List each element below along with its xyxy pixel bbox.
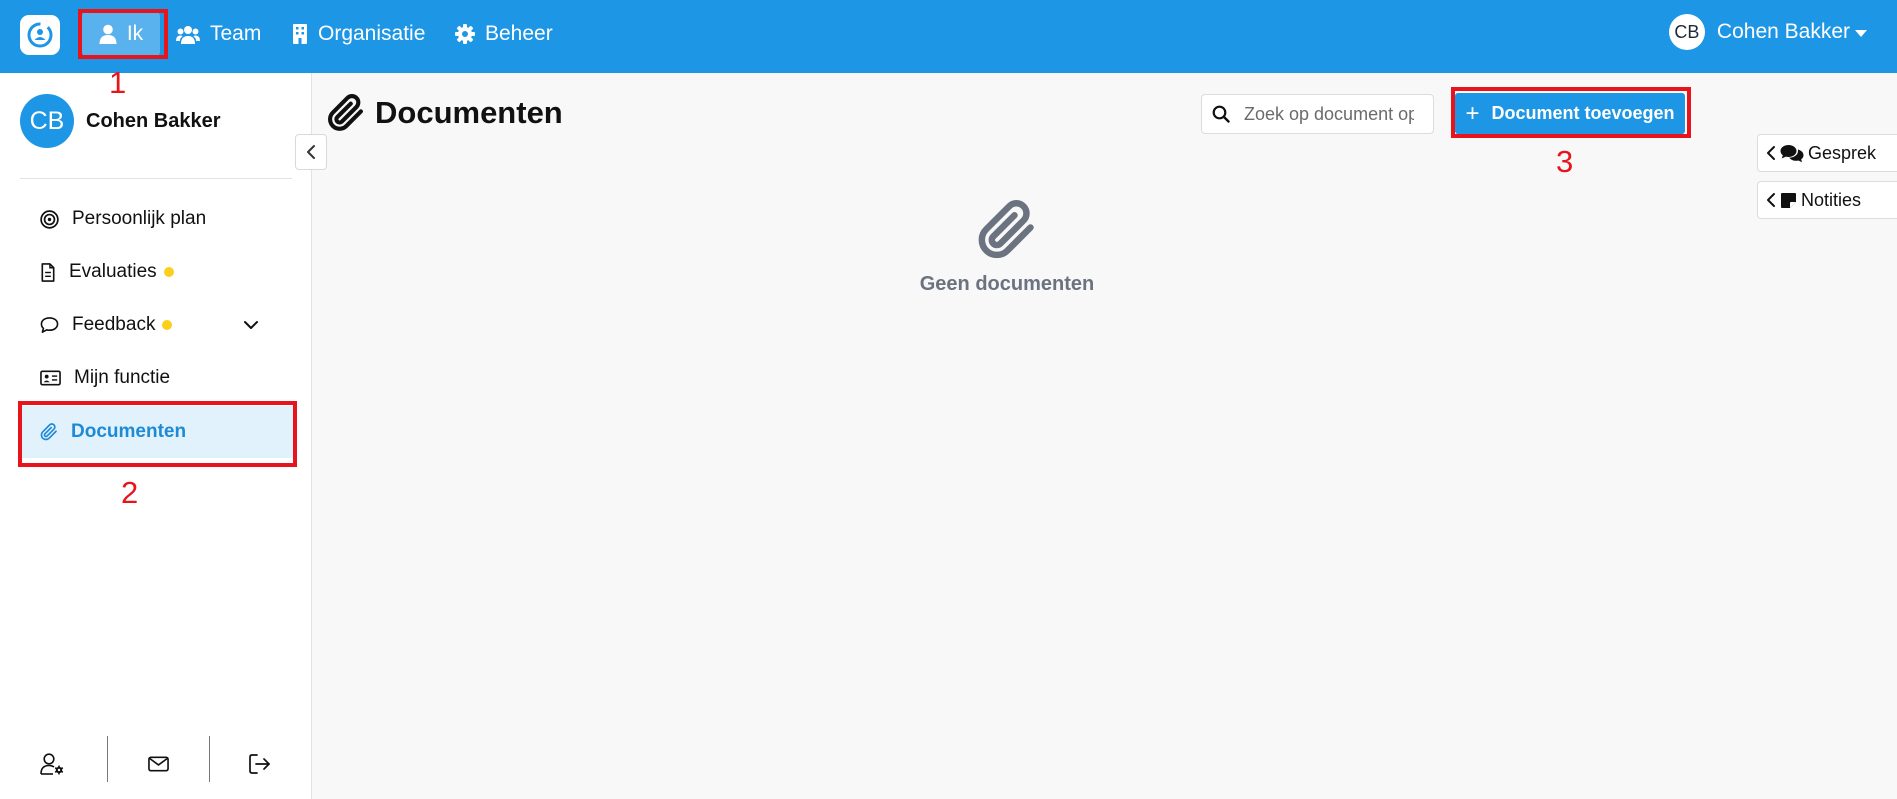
paperclip-icon [978,200,1034,259]
sidebar-profile: CB Cohen Bakker [20,94,221,148]
sidebar-bottom-actions [0,729,311,799]
speech-bubble-icon [40,317,59,333]
user-settings-icon [40,753,64,775]
sidebar-item-label: Mijn functie [74,367,171,388]
users-icon [176,25,200,44]
nav-beheer-label: Beheer [485,22,553,45]
caret-down-icon [1855,30,1867,37]
nav-ik-label: Ik [126,22,144,45]
user-menu-name: Cohen Bakker [1716,20,1850,43]
nav-ik[interactable]: Ik [82,12,160,56]
tab-notities-label: Notities [1801,189,1862,210]
empty-state-text: Geen documenten [919,273,1095,295]
mail-icon [147,756,169,772]
annotation-number-1: 1 [109,65,127,100]
document-icon [41,262,55,282]
collapse-sidebar-button[interactable] [295,134,327,170]
sidebar-item-evaluaties[interactable]: Evaluaties [20,246,294,298]
tab-gesprek[interactable]: Gesprek [1757,134,1897,172]
annotation-number-3: 3 [1556,144,1574,179]
building-icon [293,24,307,44]
id-card-icon [40,370,61,386]
chevron-down-icon[interactable] [243,317,259,333]
top-navigation-bar: Ik Team Organisatie Beheer CB Cohen Bakk… [0,0,1897,73]
search-input[interactable] [1242,102,1416,126]
nav-team[interactable]: Team [176,12,261,56]
messages-button[interactable] [108,729,208,799]
chevron-left-icon [1767,193,1775,207]
app-logo[interactable] [20,15,60,55]
profile-avatar: CB [20,94,74,148]
tab-gesprek-label: Gesprek [1808,142,1877,163]
paperclip-icon [40,423,57,441]
nav-beheer[interactable]: Beheer [455,12,553,56]
chevron-left-icon [307,145,315,159]
nav-team-label: Team [210,22,262,45]
sidebar-item-documenten[interactable]: Documenten [20,406,294,458]
user-menu[interactable]: CB Cohen Bakker [1668,14,1867,50]
add-document-button[interactable]: + Document toevoegen [1455,93,1685,134]
notification-dot [162,320,173,330]
profile-name: Cohen Bakker [86,109,221,132]
sidebar-item-persoonlijk-plan[interactable]: Persoonlijk plan [20,193,294,245]
target-icon [40,209,59,229]
plus-icon: + [1465,99,1480,127]
search-icon [1212,105,1230,123]
annotation-number-2: 2 [121,475,139,510]
comments-icon [1780,144,1804,162]
tab-notities[interactable]: Notities [1757,181,1897,219]
notification-dot [163,267,174,277]
sidebar-item-label: Evaluaties [69,261,157,282]
page-title: Documenten [327,94,563,132]
nav-organisatie-label: Organisatie [318,22,426,45]
search-field[interactable] [1201,94,1434,134]
logout-button[interactable] [210,729,310,799]
avatar: CB [1668,14,1705,50]
logo-icon [27,22,53,48]
sidebar-item-feedback[interactable]: Feedback [20,299,294,351]
sidebar-divider [20,178,292,179]
sidebar-item-label: Feedback [72,314,156,335]
gear-icon [455,24,475,44]
logout-icon [249,754,270,774]
profile-settings-button[interactable] [3,729,103,799]
sidebar-item-mijn-functie[interactable]: Mijn functie [20,352,294,404]
user-icon [99,24,117,44]
sticky-note-icon [1781,192,1796,208]
add-document-label: Document toevoegen [1491,103,1675,123]
sidebar-item-label: Persoonlijk plan [72,208,207,229]
chevron-left-icon [1767,146,1775,160]
empty-state: Geen documenten [900,200,1114,296]
sidebar-item-label: Documenten [71,421,187,442]
nav-organisatie[interactable]: Organisatie [292,12,425,56]
paperclip-icon [328,94,363,131]
sidebar: CB Cohen Bakker Persoonlijk plan Evaluat… [0,73,312,799]
page-title-text: Documenten [375,95,563,130]
